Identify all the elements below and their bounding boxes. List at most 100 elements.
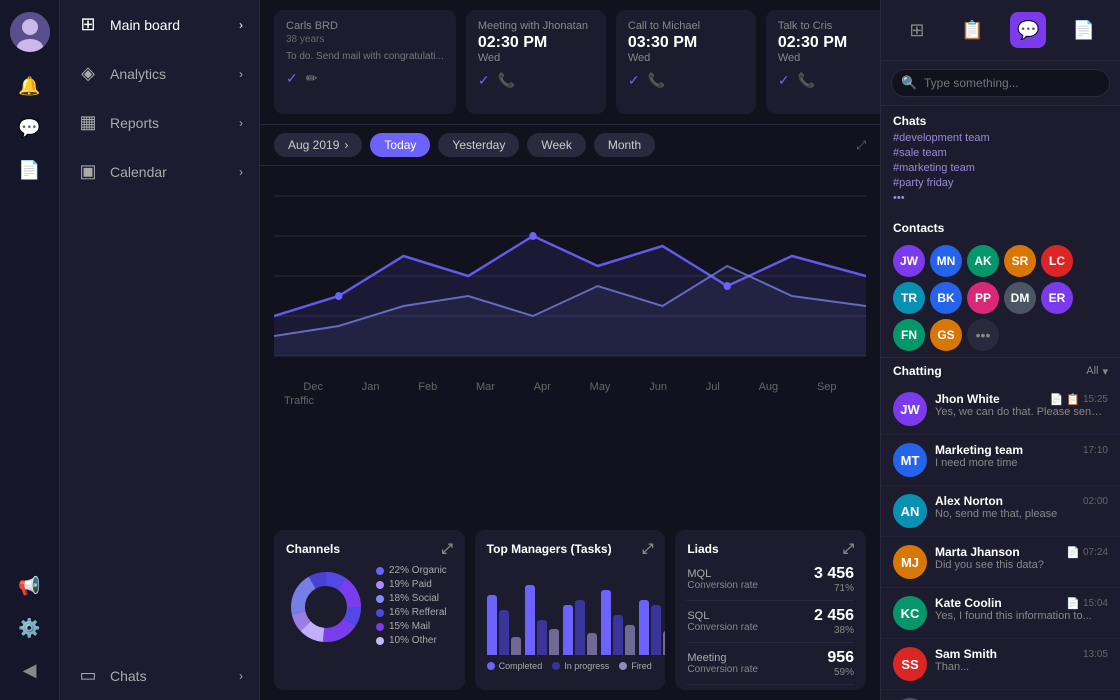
chat-name-0: Jhon White	[935, 392, 1000, 406]
chat-time-3: 07:24	[1083, 547, 1108, 558]
chat-tag-more[interactable]: •••	[893, 192, 1108, 204]
chat-item-4[interactable]: KC Kate Coolin 📄 15:04 Yes, I found this…	[881, 588, 1120, 639]
bar-legend: Completed In progress Fired	[487, 661, 654, 671]
contact-11[interactable]: GS	[930, 319, 962, 351]
chat-item-3[interactable]: MJ Marta Jhanson 📄 07:24 Did you see thi…	[881, 537, 1120, 588]
chatting-chevron-icon: ▾	[1102, 365, 1108, 378]
traffic-label: Traffic	[274, 393, 866, 409]
chat-avatar-4: KC	[893, 596, 927, 630]
search-input[interactable]	[891, 69, 1110, 97]
chat-item-1[interactable]: MT Marketing team 17:10 I need more time	[881, 435, 1120, 486]
chat-item-0[interactable]: JW Jhon White 📄 📋 15:25 Yes, we can do t…	[881, 384, 1120, 435]
chat-avatar-2: AN	[893, 494, 927, 528]
notification-icon[interactable]: 🔔	[12, 68, 48, 104]
card-2-time: 03:30 PM	[628, 34, 744, 52]
chat-item-2[interactable]: AN Alex Norton 02:00 No, send me that, p…	[881, 486, 1120, 537]
card-3-phone[interactable]: 📞	[798, 72, 815, 89]
chat-avatar-5: SS	[893, 647, 927, 681]
channels-donut	[286, 567, 366, 647]
managers-bars	[487, 565, 654, 655]
chats-scroll[interactable]: JW Jhon White 📄 📋 15:25 Yes, we can do t…	[881, 384, 1120, 700]
chat-msg-3: Did you see this data?	[935, 559, 1108, 571]
contact-5[interactable]: TR	[893, 282, 925, 314]
rt-doc-icon[interactable]: 📋	[955, 12, 991, 48]
nav-item-calendar[interactable]: ▣ Calendar ›	[60, 147, 259, 196]
chat-info-4: Kate Coolin 📄 15:04 Yes, I found this in…	[935, 596, 1108, 630]
date-filter-button[interactable]: Aug 2019 ›	[274, 133, 362, 157]
card-0-edit[interactable]: ✏	[306, 70, 318, 87]
nav-item-main-board[interactable]: ⊞ Main board ›	[60, 0, 259, 49]
contact-3[interactable]: SR	[1004, 245, 1036, 277]
chart-area: Dec Jan Feb Mar Apr May Jun Jul Aug Sep …	[260, 166, 880, 520]
analytics-icon: ◈	[76, 63, 100, 84]
card-0-check[interactable]: ✓	[286, 70, 298, 87]
chat-tag-2[interactable]: #marketing team	[893, 162, 1108, 174]
filter-today[interactable]: Today	[370, 133, 430, 157]
message-icon[interactable]: 💬	[12, 110, 48, 146]
chat-item-5[interactable]: SS Sam Smith 13:05 Than...	[881, 639, 1120, 690]
chat-item-6[interactable]: MW Mark Williams	[881, 690, 1120, 700]
contact-9[interactable]: ER	[1041, 282, 1073, 314]
bottom-section: Channels ⤢ 22%	[260, 520, 880, 700]
card-3-title: Talk to Cris	[778, 20, 880, 32]
contact-2[interactable]: AK	[967, 245, 999, 277]
card-1-day: Wed	[478, 52, 594, 64]
filter-month[interactable]: Month	[594, 133, 655, 157]
calendar-icon: ▣	[76, 161, 100, 182]
contact-6[interactable]: BK	[930, 282, 962, 314]
card-2-phone[interactable]: 📞	[648, 72, 665, 89]
chart-expand-icon[interactable]: ⤢	[856, 138, 866, 153]
chats-tags-list: #development team #sale team #marketing …	[881, 132, 1120, 213]
rt-file-icon[interactable]: 📄	[1066, 12, 1102, 48]
contact-0[interactable]: JW	[893, 245, 925, 277]
settings-icon[interactable]: ⚙️	[12, 610, 48, 646]
chat-tag-3[interactable]: #party friday	[893, 177, 1108, 189]
chat-tag-1[interactable]: #sale team	[893, 147, 1108, 159]
filter-week[interactable]: Week	[527, 133, 585, 157]
liads-title: Liads ⤢	[687, 540, 854, 557]
collapse-icon[interactable]: ◀	[12, 652, 48, 688]
contact-1[interactable]: MN	[930, 245, 962, 277]
card-2-check[interactable]: ✓	[628, 72, 640, 89]
chat-msg-1: I need more time	[935, 457, 1108, 469]
date-label: Aug 2019	[288, 138, 339, 152]
chatting-filter[interactable]: All ▾	[1086, 365, 1108, 378]
chat-tag-0[interactable]: #development team	[893, 132, 1108, 144]
channels-legend: 22% Organic 19% Paid 18% Social 16% Reff…	[376, 565, 447, 649]
contact-8[interactable]: DM	[1004, 282, 1036, 314]
contact-7[interactable]: PP	[967, 282, 999, 314]
managers-card: Top Managers (Tasks) ⤢	[475, 530, 666, 690]
contact-10[interactable]: FN	[893, 319, 925, 351]
chat-name-3: Marta Jhanson	[935, 545, 1020, 559]
nav-item-chats[interactable]: ▭ Chats ›	[60, 651, 259, 700]
nav-chevron-main-board: ›	[239, 18, 243, 32]
card-2-title: Call to Michael	[628, 20, 744, 32]
card-2: Call to Michael 03:30 PM Wed ✓ 📞	[616, 10, 756, 114]
chat-info-0: Jhon White 📄 📋 15:25 Yes, we can do that…	[935, 392, 1108, 426]
contact-4[interactable]: LC	[1041, 245, 1073, 277]
date-chevron-icon: ›	[344, 138, 348, 152]
nav-item-reports[interactable]: ▦ Reports ›	[60, 98, 259, 147]
liads-expand-icon[interactable]: ⤢	[843, 540, 854, 557]
document-icon[interactable]: 📄	[12, 152, 48, 188]
card-3-day: Wed	[778, 52, 880, 64]
rt-chat-icon[interactable]: 💬	[1010, 12, 1046, 48]
contacts-more-button[interactable]: •••	[967, 319, 999, 351]
nav-item-analytics[interactable]: ◈ Analytics ›	[60, 49, 259, 98]
nav-sidebar: ⊞ Main board › ◈ Analytics › ▦ Reports ›…	[60, 0, 260, 700]
card-1-phone[interactable]: 📞	[498, 72, 515, 89]
chat-file-icon-0: 📋	[1066, 393, 1080, 406]
managers-expand-icon[interactable]: ⤢	[642, 540, 653, 557]
user-avatar[interactable]	[10, 12, 50, 52]
filter-yesterday[interactable]: Yesterday	[438, 133, 519, 157]
chat-doc-icon-0: 📄	[1050, 393, 1064, 406]
card-1-check[interactable]: ✓	[478, 72, 490, 89]
chat-avatar-1: MT	[893, 443, 927, 477]
channels-expand-icon[interactable]: ⤢	[441, 540, 452, 557]
chat-info-3: Marta Jhanson 📄 07:24 Did you see this d…	[935, 545, 1108, 579]
rt-page-icon[interactable]: ⊞	[899, 12, 935, 48]
nav-chevron-reports: ›	[239, 116, 243, 130]
nav-label-chats: Chats	[110, 668, 147, 684]
speaker-icon[interactable]: 📢	[12, 568, 48, 604]
card-3-check[interactable]: ✓	[778, 72, 790, 89]
